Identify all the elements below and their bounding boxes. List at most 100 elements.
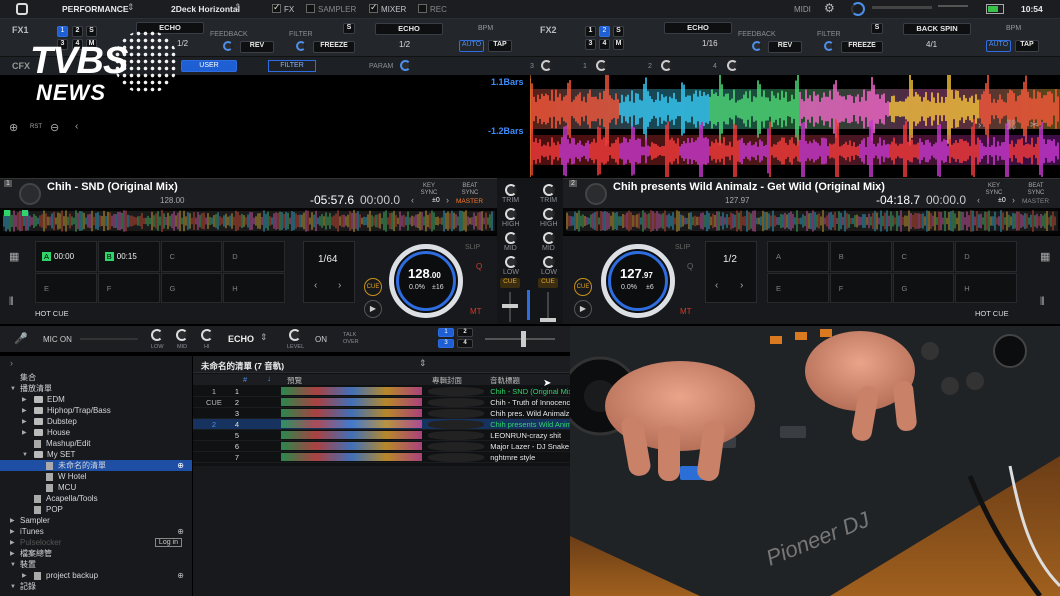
deck1-play-button[interactable]: ▶ [364,300,382,318]
deck1-master[interactable]: MASTER [456,198,483,205]
hotcue-pad-e[interactable]: E [767,272,829,303]
col-artwork[interactable]: 專輯封面 [432,375,462,386]
fx2-fraction2[interactable]: 4/1 [926,40,937,49]
itunes-add-icon[interactable]: ⊕ [177,527,184,536]
mic-low-knob[interactable] [151,329,163,341]
tree-arrow-icon[interactable]: ▼ [22,452,32,458]
tree-item[interactable]: ▶ project backup ⊕ [0,570,192,581]
mixer-ch2-trim-knob[interactable] [543,184,555,196]
midi-button[interactable]: MIDI [794,5,811,14]
layout-select[interactable]: 2Deck Horizontal [171,4,240,14]
hotcue-pad-c[interactable]: C [892,241,955,272]
tree-arrow-icon[interactable]: ▶ [22,572,32,579]
fx2-slot-2[interactable]: 2 [599,26,610,37]
mixer-ch1-cue-button[interactable]: CUE [500,278,520,288]
tree-arrow-icon[interactable]: ▶ [22,418,32,425]
col-track-title[interactable]: 音軌標題 [490,375,520,386]
hotcue-pad-c[interactable]: C [160,241,223,272]
deck1-remaining-time[interactable]: -05:57.6 [310,193,354,207]
rec-toggle[interactable]: REC [418,4,447,14]
talkover-button[interactable]: TALK OVER [343,332,361,346]
mic-on-toggle[interactable]: ON [315,335,327,344]
tree-item[interactable]: ▶ iTunes ⊕ [0,526,192,537]
deck1-key-up-icon[interactable]: › [446,195,449,205]
track-row[interactable]: CUE 2 Chih - Truth of Innocence [193,397,570,408]
crossfader[interactable] [521,331,526,347]
mixer-ch2-fader[interactable] [540,318,556,322]
zoom-out-icon[interactable]: ⊖ [50,121,59,134]
tree-arrow-icon[interactable]: ▼ [10,584,20,590]
deck2-loop-length[interactable]: 1/2 [723,254,737,265]
deck1-loop-double-icon[interactable]: › [338,280,341,291]
deck1-pad-mode-icon[interactable]: ▦ [9,250,19,263]
deck1-cue-button[interactable]: CUE [364,278,382,296]
fx1-filter-knob[interactable] [296,41,306,51]
fx2-slot-4[interactable]: 4 [599,39,610,50]
deck2-master[interactable]: MASTER [1022,198,1049,205]
mixer-ch2-cue-button[interactable]: CUE [538,278,558,288]
deck1-hotcue-label[interactable]: HOT CUE [35,309,69,318]
fx2-feedback-knob[interactable] [752,41,762,51]
tree-item[interactable]: Mashup/Edit [0,438,192,449]
tree-arrow-icon[interactable]: ▶ [22,396,32,403]
hotcue-pad-a[interactable]: A 00:00 [35,241,97,272]
link-icon[interactable]: ⛓ [1005,120,1018,131]
fx2-slot-m[interactable]: M [613,39,624,50]
tree-item[interactable]: 集合 [0,372,192,383]
tree-item[interactable]: MCU [0,482,192,493]
fx1-effect2-select[interactable]: ECHO [375,23,443,35]
fx2-tap-button[interactable]: TAP [1015,40,1039,52]
deck2-overview-waveform[interactable] [563,208,1060,234]
mixer-ch1-mid-knob[interactable] [505,232,517,244]
mixer-ch1-trim-knob[interactable] [505,184,517,196]
mic-level-knob[interactable] [289,329,301,341]
mode-chevron-icon[interactable]: ⇕ [127,2,135,13]
fx2-slot-1[interactable]: 1 [585,26,596,37]
tree-arrow-icon[interactable]: ▶ [10,517,20,524]
deck2-loop-double-icon[interactable]: › [740,280,743,291]
deck-select-3[interactable]: 3 [438,339,454,348]
track-preview-waveform[interactable] [280,431,423,439]
deck2-quantize[interactable]: Q [687,262,693,271]
fx1-freeze-button[interactable]: FREEZE [313,41,355,53]
track-row[interactable]: 1 1 Chih - SND (Original Mix) [193,386,570,397]
mixer-ch2-high-knob[interactable] [543,208,555,220]
track-preview-waveform[interactable] [280,453,423,461]
tree-item[interactable]: ▶ House [0,427,192,438]
fx2-slot-3[interactable]: 3 [585,39,596,50]
sampler-toggle[interactable]: SAMPLER [306,4,356,14]
fx1-fraction2[interactable]: 1/2 [399,40,410,49]
app-logo-icon[interactable] [16,3,28,15]
hotcue-pad-h[interactable]: H [223,272,285,303]
cfx-channel-4-knob[interactable] [727,60,738,71]
hotcue-pad-a[interactable]: A [767,241,829,272]
deck-select-1[interactable]: 1 [438,328,454,337]
tree-item[interactable]: ▶ Hiphop/Trap/Bass [0,405,192,416]
fx2-beat-fraction[interactable]: 1/16 [702,39,718,48]
fx2-effect2-select[interactable]: BACK SPIN [903,23,971,35]
deck2-remaining-time[interactable]: -04:18.7 [876,193,920,207]
deck2-elapsed-time[interactable]: 00:00.0 [926,193,966,207]
deck2-play-button[interactable]: ▶ [574,300,592,318]
track-row[interactable]: 2 4 Chih presents Wild Animalz [193,419,570,430]
tree-item[interactable]: Acapella/Tools [0,493,192,504]
deck1-quantize[interactable]: Q [476,262,482,271]
fx2-auto-button[interactable]: AUTO [986,40,1011,52]
playlist-sort-icon[interactable]: ⇕ [419,358,427,369]
eject-icon[interactable]: ⊕ [177,571,184,580]
deck2-pad-mode-icon[interactable]: ▦ [1040,250,1050,263]
tree-arrow-icon[interactable]: ▶ [10,528,20,535]
mixer-ch2-low-knob[interactable] [543,256,555,268]
tree-arrow-icon[interactable]: ▼ [10,386,20,392]
deck-select-4[interactable]: 4 [457,339,473,348]
deck1-slip[interactable]: SLIP [465,244,480,251]
cut-icon[interactable]: ✂ [1030,120,1038,131]
mixer-toggle[interactable]: MIXER [369,2,406,14]
deck1-tempo-icon[interactable]: ⫴ [9,296,14,309]
fx1-tap-button[interactable]: TAP [488,40,512,52]
tree-item[interactable]: ▶ Sampler [0,515,192,526]
track-row[interactable]: 6 Major Lazer - DJ Snake [193,441,570,452]
fx1-auto-button[interactable]: AUTO [459,40,484,52]
mic-mid-knob[interactable] [176,329,188,341]
cfx-channel-1-knob[interactable] [596,60,607,71]
